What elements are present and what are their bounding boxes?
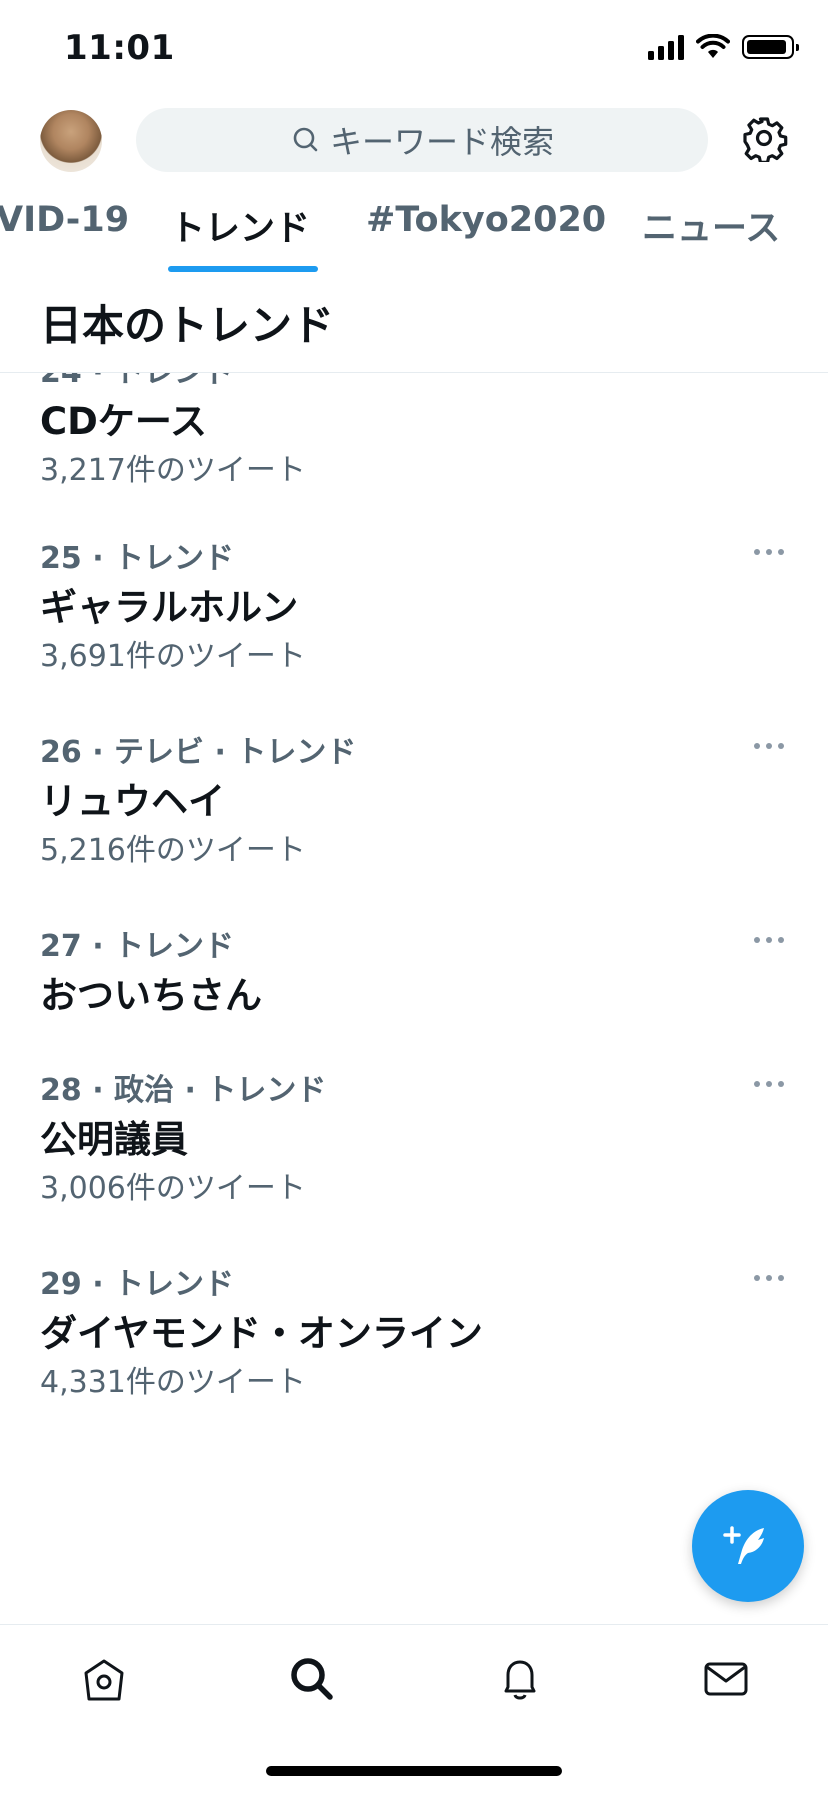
- mail-icon[interactable]: [700, 1653, 752, 1705]
- trend-tweet-count: 3,691件のツイート: [40, 639, 306, 674]
- trend-item[interactable]: 28 · 政治 · トレンド 公明議員 3,006件のツイート: [0, 1065, 828, 1255]
- more-options-icon[interactable]: [754, 1081, 784, 1089]
- search-icon: [293, 127, 318, 152]
- trend-name: リュウヘイ: [40, 780, 225, 823]
- avatar[interactable]: [40, 110, 102, 172]
- section-title: 日本のトレンド: [40, 301, 335, 350]
- trend-meta: 26 · テレビ · トレンド: [40, 735, 357, 770]
- trend-tweet-count: 3,006件のツイート: [40, 1171, 306, 1206]
- search-header: キーワード検索 VID-19 トレンド #Tokyo2020 ニュース: [0, 100, 828, 280]
- more-options-icon[interactable]: [754, 1275, 784, 1283]
- active-tab-indicator: [168, 266, 318, 272]
- trend-name: CDケース: [40, 400, 208, 443]
- status-time: 11:01: [64, 28, 175, 68]
- status-bar: 11:01: [0, 0, 828, 100]
- search-icon[interactable]: [286, 1653, 338, 1705]
- trend-name: おついちさん: [40, 974, 262, 1017]
- trend-item[interactable]: 26 · テレビ · トレンド リュウヘイ 5,216件のツイート: [0, 727, 828, 917]
- explore-tabs: VID-19 トレンド #Tokyo2020 ニュース: [0, 180, 828, 272]
- trend-tweet-count: 3,217件のツイート: [40, 453, 306, 488]
- status-icons: [648, 34, 799, 60]
- trend-item[interactable]: 27 · トレンド おついちさん: [0, 921, 828, 1061]
- battery-icon: [742, 35, 799, 59]
- wifi-icon: [696, 34, 730, 58]
- tab-news[interactable]: ニュース: [642, 200, 780, 251]
- trend-meta: 24 · トレンド: [40, 373, 234, 391]
- trend-list: 24 · トレンド CDケース 3,217件のツイート 25 · トレンド ギャ…: [0, 373, 828, 1623]
- more-options-icon[interactable]: [754, 549, 784, 557]
- search-placeholder: キーワード検索: [329, 123, 554, 161]
- search-input[interactable]: キーワード検索: [136, 108, 708, 172]
- trend-item[interactable]: 25 · トレンド ギャラルホルン 3,691件のツイート: [0, 533, 828, 723]
- tab-trends[interactable]: トレンド: [170, 200, 310, 251]
- bell-icon[interactable]: [494, 1653, 546, 1705]
- compose-tweet-button[interactable]: [692, 1490, 804, 1602]
- trend-item[interactable]: 24 · トレンド CDケース 3,217件のツイート: [0, 373, 828, 493]
- tab-covid19[interactable]: VID-19: [0, 200, 129, 240]
- more-options-icon[interactable]: [754, 937, 784, 945]
- home-icon[interactable]: [78, 1653, 130, 1705]
- home-indicator: [266, 1766, 562, 1776]
- tab-tokyo2020[interactable]: #Tokyo2020: [366, 200, 606, 240]
- gear-icon[interactable]: [740, 114, 788, 162]
- trend-meta: 28 · 政治 · トレンド: [40, 1073, 327, 1108]
- compose-tweet-icon: [723, 1526, 764, 1564]
- trend-name: ギャラルホルン: [40, 586, 299, 629]
- trend-meta: 27 · トレンド: [40, 929, 235, 964]
- trend-meta: 29 · トレンド: [40, 1267, 235, 1302]
- trend-name: ダイヤモンド・オンライン: [40, 1312, 483, 1355]
- more-options-icon[interactable]: [754, 743, 784, 751]
- trend-item[interactable]: 29 · トレンド ダイヤモンド・オンライン 4,331件のツイート: [0, 1259, 828, 1449]
- trend-name: 公明議員: [40, 1118, 188, 1161]
- trend-meta: 25 · トレンド: [40, 541, 235, 576]
- trend-tweet-count: 4,331件のツイート: [40, 1365, 306, 1400]
- cellular-signal-icon: [648, 34, 684, 60]
- trend-tweet-count: 5,216件のツイート: [40, 833, 306, 868]
